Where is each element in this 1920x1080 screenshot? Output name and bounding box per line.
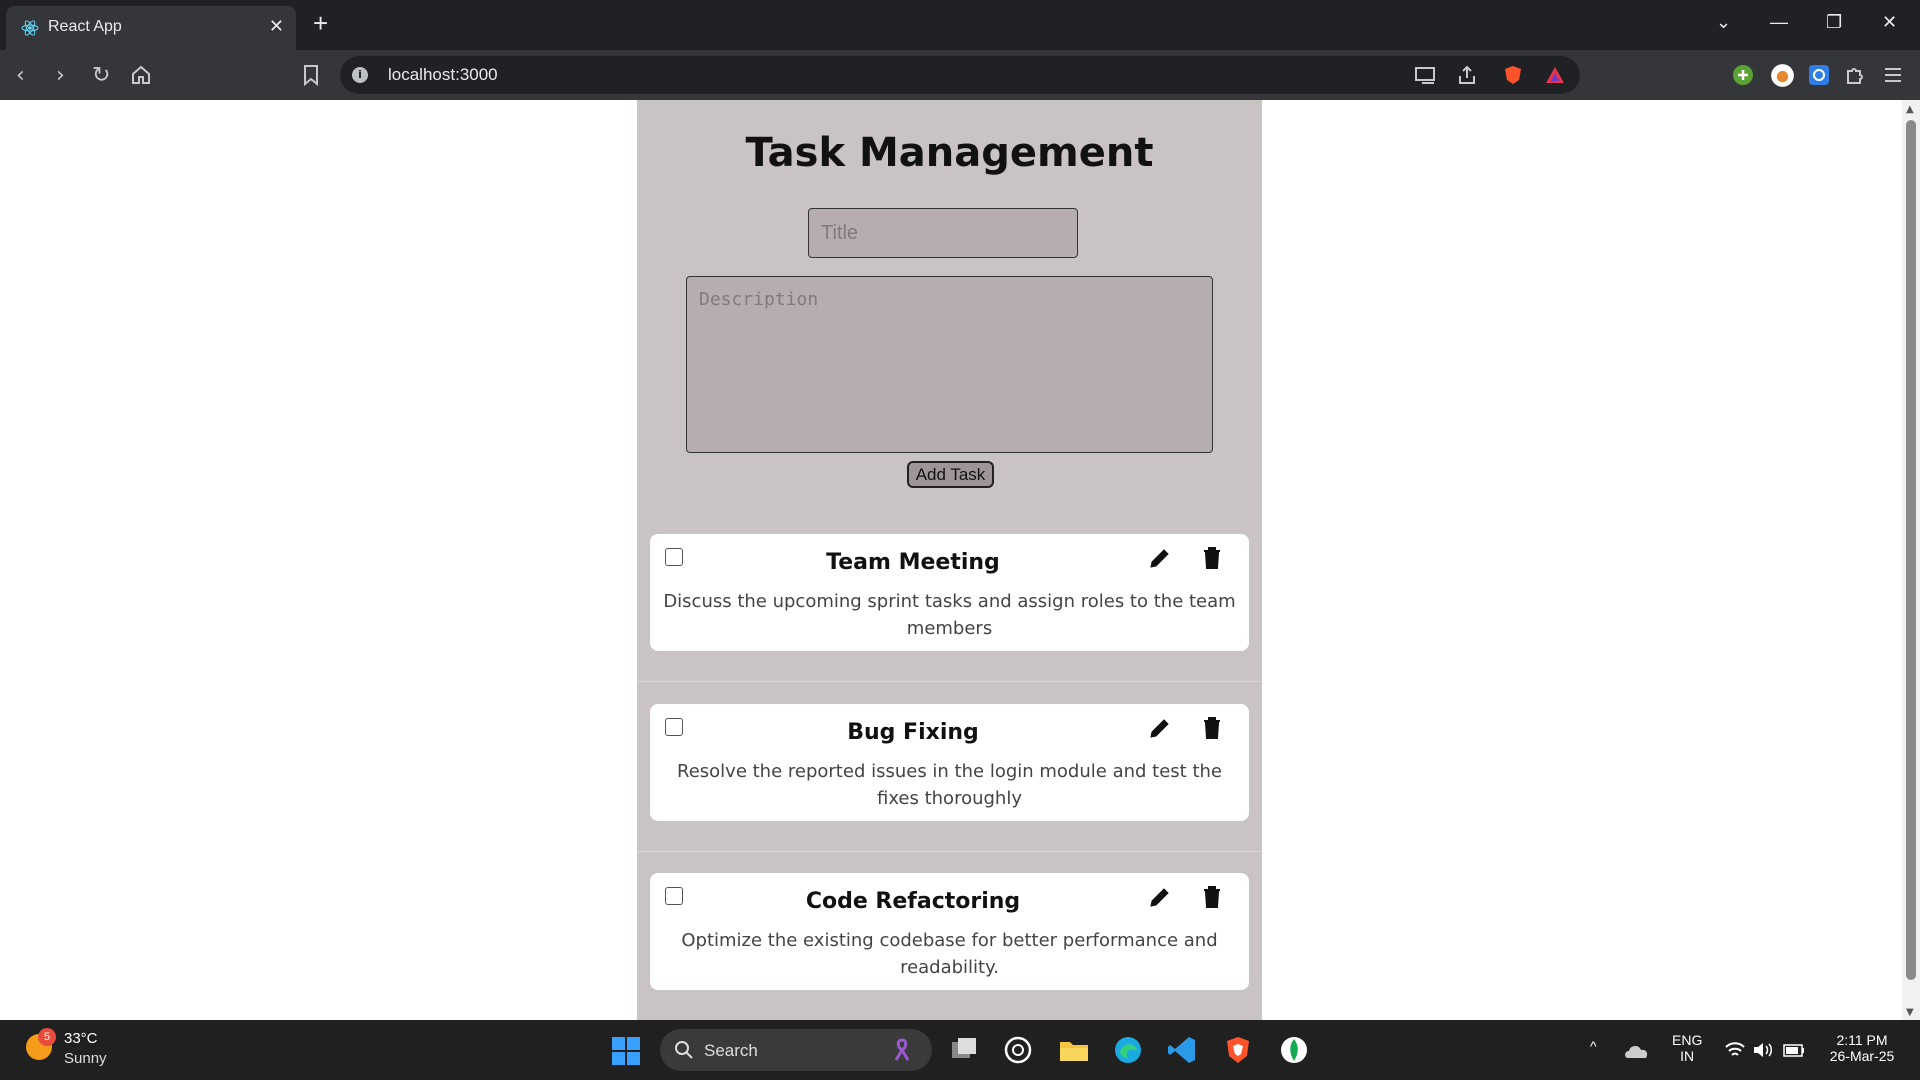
extension-profile-icon[interactable] bbox=[1770, 63, 1795, 88]
mongodb-compass-icon[interactable] bbox=[1278, 1034, 1310, 1066]
extension-green-icon[interactable] bbox=[1732, 64, 1754, 86]
scrollbar-thumb[interactable] bbox=[1906, 120, 1916, 980]
minimize-icon[interactable]: — bbox=[1770, 12, 1788, 33]
tab-search-chevron-icon[interactable]: ⌄ bbox=[1716, 12, 1731, 33]
task-row: Code Refactoring Optimize the existing c… bbox=[637, 852, 1262, 1020]
windows-taskbar: 5 33°C Sunny Search ^ ENG IN 2:11 PM 26-… bbox=[0, 1020, 1920, 1080]
windows-start-icon[interactable] bbox=[611, 1036, 641, 1066]
reload-icon[interactable]: ↻ bbox=[92, 63, 110, 88]
vscode-icon[interactable] bbox=[1166, 1034, 1198, 1066]
task-title: Bug Fixing bbox=[847, 720, 979, 745]
weather-condition: Sunny bbox=[64, 1050, 107, 1067]
cast-icon[interactable] bbox=[1414, 64, 1436, 86]
weather-badge: 5 bbox=[38, 1028, 56, 1046]
tray-overflow-icon[interactable]: ^ bbox=[1590, 1038, 1597, 1054]
trash-icon[interactable] bbox=[1202, 885, 1222, 909]
edit-pencil-icon[interactable] bbox=[1148, 885, 1172, 909]
task-card: Bug Fixing Resolve the reported issues i… bbox=[650, 704, 1249, 821]
trash-icon[interactable] bbox=[1202, 716, 1222, 740]
menu-icon[interactable] bbox=[1882, 64, 1904, 86]
page-title: Task Management bbox=[745, 130, 1154, 176]
description-input[interactable] bbox=[686, 276, 1213, 453]
taskbar-search[interactable]: Search bbox=[660, 1029, 932, 1071]
new-tab-button[interactable]: + bbox=[313, 8, 328, 39]
file-explorer-icon[interactable] bbox=[1058, 1034, 1090, 1066]
page-viewport: Task Management Add Task Team Meeting Di… bbox=[0, 100, 1902, 1020]
tab-title: React App bbox=[48, 18, 122, 35]
region-code: IN bbox=[1680, 1048, 1695, 1064]
forward-icon[interactable]: › bbox=[56, 63, 65, 88]
task-description: Resolve the reported issues in the login… bbox=[677, 761, 1222, 809]
url-text[interactable]: localhost:3000 bbox=[388, 65, 498, 85]
window-close-icon[interactable]: ✕ bbox=[1882, 12, 1897, 33]
temperature: 33°C bbox=[64, 1030, 98, 1047]
restore-icon[interactable]: ❐ bbox=[1826, 12, 1842, 33]
task-card: Team Meeting Discuss the upcoming sprint… bbox=[650, 534, 1249, 651]
share-icon[interactable] bbox=[1456, 64, 1478, 86]
bookmark-icon[interactable] bbox=[302, 64, 320, 86]
battery-icon[interactable] bbox=[1782, 1040, 1806, 1060]
onedrive-icon[interactable] bbox=[1624, 1040, 1650, 1062]
brave-shields-icon[interactable] bbox=[1502, 64, 1524, 86]
task-card: Code Refactoring Optimize the existing c… bbox=[650, 873, 1249, 990]
back-icon[interactable]: ‹ bbox=[16, 63, 25, 88]
search-icon bbox=[675, 1041, 693, 1059]
wifi-icon[interactable] bbox=[1724, 1040, 1746, 1060]
task-title: Team Meeting bbox=[826, 550, 1000, 575]
clock-time: 2:11 PM bbox=[1836, 1032, 1888, 1048]
clock[interactable]: 2:11 PM 26-Mar-25 bbox=[1822, 1032, 1902, 1064]
extensions-puzzle-icon[interactable] bbox=[1844, 64, 1866, 86]
task-description: Optimize the existing codebase for bette… bbox=[681, 930, 1218, 978]
scroll-up-icon[interactable]: ▲ bbox=[1906, 104, 1914, 115]
site-info-icon[interactable]: i bbox=[352, 67, 368, 83]
brave-browser-icon[interactable] bbox=[1222, 1034, 1254, 1066]
react-logo-icon bbox=[21, 20, 39, 36]
clock-date: 26-Mar-25 bbox=[1829, 1048, 1895, 1064]
page-scrollbar[interactable]: ▲ ▼ bbox=[1902, 100, 1920, 1020]
language-indicator[interactable]: ENG IN bbox=[1672, 1032, 1702, 1064]
add-task-button[interactable]: Add Task bbox=[907, 461, 994, 488]
task-title: Code Refactoring bbox=[805, 889, 1021, 914]
edge-icon[interactable] bbox=[1112, 1034, 1144, 1066]
browser-tab[interactable]: React App ✕ bbox=[6, 6, 296, 50]
trash-icon[interactable] bbox=[1202, 546, 1222, 570]
task-row: Bug Fixing Resolve the reported issues i… bbox=[637, 682, 1262, 852]
browser-tab-bar: React App ✕ + ⌄ — ❐ ✕ bbox=[0, 0, 1920, 50]
address-bar[interactable]: i localhost:3000 bbox=[340, 56, 1580, 94]
tab-close-icon[interactable]: ✕ bbox=[269, 16, 284, 37]
awareness-ribbon-icon bbox=[894, 1038, 910, 1061]
volume-icon[interactable] bbox=[1752, 1040, 1774, 1060]
title-input[interactable] bbox=[808, 208, 1078, 258]
brave-rewards-icon[interactable] bbox=[1544, 64, 1566, 86]
task-view-icon[interactable] bbox=[948, 1034, 980, 1066]
edit-pencil-icon[interactable] bbox=[1148, 716, 1172, 740]
task-description: Discuss the upcoming sprint tasks and as… bbox=[663, 591, 1236, 639]
edit-pencil-icon[interactable] bbox=[1148, 546, 1172, 570]
scroll-down-icon[interactable]: ▼ bbox=[1906, 1007, 1914, 1018]
chatgpt-icon[interactable] bbox=[1002, 1034, 1034, 1066]
search-label: Search bbox=[704, 1041, 758, 1060]
home-icon[interactable] bbox=[130, 64, 152, 86]
browser-toolbar: ‹ › ↻ i localhost:3000 bbox=[0, 50, 1920, 100]
language-code: ENG bbox=[1672, 1032, 1703, 1048]
task-app: Task Management Add Task Team Meeting Di… bbox=[637, 100, 1262, 1020]
extension-blue-icon[interactable] bbox=[1808, 64, 1830, 86]
task-row: Team Meeting Discuss the upcoming sprint… bbox=[637, 512, 1262, 682]
